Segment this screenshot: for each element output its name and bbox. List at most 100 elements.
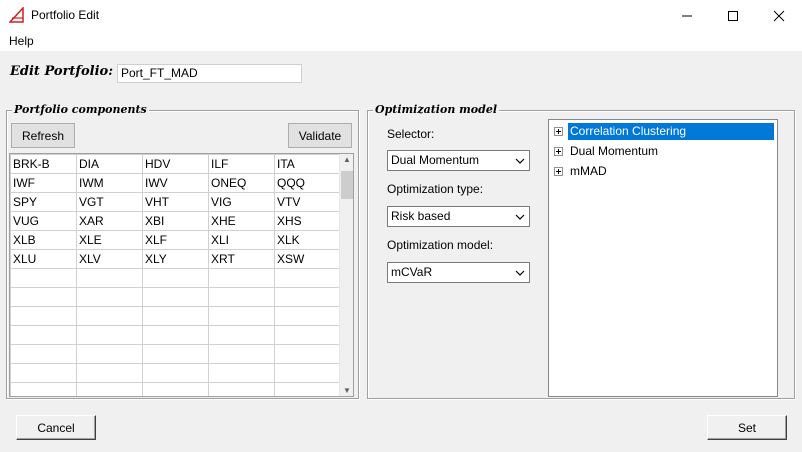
grid-cell[interactable] (76, 325, 143, 345)
grid-cell[interactable] (10, 382, 77, 396)
grid-cell[interactable] (76, 306, 143, 326)
grid-cell[interactable] (10, 287, 77, 307)
grid-cell[interactable]: XLE (76, 230, 143, 250)
grid-cell[interactable] (274, 363, 341, 383)
grid-cell[interactable]: XBI (142, 211, 209, 231)
grid-cell[interactable] (208, 382, 275, 396)
minimize-button[interactable] (664, 0, 710, 31)
app-triangle-icon (8, 6, 25, 23)
cancel-button[interactable]: Cancel (16, 415, 96, 440)
grid-cell[interactable]: SPY (10, 192, 77, 212)
set-button[interactable]: Set (707, 415, 787, 440)
window-title: Portfolio Edit (31, 8, 100, 22)
grid-cell[interactable]: ILF (208, 154, 275, 174)
grid-cell[interactable] (208, 344, 275, 364)
grid-cell[interactable]: XAR (76, 211, 143, 231)
grid-cell[interactable] (274, 306, 341, 326)
grid-cell[interactable] (76, 287, 143, 307)
grid-cell[interactable] (10, 344, 77, 364)
grid-cell[interactable] (208, 325, 275, 345)
grid-cell[interactable] (142, 325, 209, 345)
table-row (10, 363, 341, 383)
close-button[interactable] (756, 0, 802, 31)
grid-cell[interactable] (208, 268, 275, 288)
grid-cell[interactable]: XRT (208, 249, 275, 269)
grid-cell[interactable]: XLI (208, 230, 275, 250)
grid-cell[interactable]: XHS (274, 211, 341, 231)
grid-cell[interactable] (274, 268, 341, 288)
grid-cell[interactable] (142, 268, 209, 288)
menu-help[interactable]: Help (9, 34, 34, 48)
optimization-model-dropdown[interactable]: mCVaR (387, 262, 530, 283)
grid-cell[interactable] (76, 363, 143, 383)
grid-cell[interactable]: XLY (142, 249, 209, 269)
components-grid[interactable]: BRK-B DIA HDV ILF ITA IWF IWM IWV ONEQ QQQ SPY VGT V… (9, 153, 354, 397)
grid-cell[interactable] (10, 306, 77, 326)
tree-item-correlation-clustering[interactable]: Correlation Clustering (549, 122, 777, 141)
grid-cell[interactable] (274, 344, 341, 364)
grid-cell[interactable]: ONEQ (208, 173, 275, 193)
grid-cell[interactable]: XLF (142, 230, 209, 250)
grid-cell[interactable]: IWF (10, 173, 77, 193)
validate-button[interactable]: Validate (288, 123, 352, 148)
grid-cell[interactable] (10, 325, 77, 345)
expand-icon[interactable] (554, 167, 563, 176)
grid-cell[interactable]: XLV (76, 249, 143, 269)
optimization-model-field-label: Optimization model: (387, 238, 494, 252)
grid-cell[interactable] (142, 382, 209, 396)
grid-cell[interactable] (208, 306, 275, 326)
grid-cell[interactable] (274, 287, 341, 307)
chevron-down-icon (515, 158, 525, 164)
grid-scrollbar[interactable]: ▲ ▼ (339, 154, 353, 396)
table-row (10, 287, 341, 307)
grid-cell[interactable]: XLK (274, 230, 341, 250)
grid-cell[interactable]: XLU (10, 249, 77, 269)
grid-cell[interactable] (274, 382, 341, 396)
grid-cell[interactable]: VGT (76, 192, 143, 212)
grid-cell[interactable]: VTV (274, 192, 341, 212)
model-tree[interactable]: Correlation Clustering Dual Momentum mMA… (548, 119, 778, 397)
grid-cell[interactable]: IWV (142, 173, 209, 193)
refresh-button[interactable]: Refresh (11, 123, 75, 148)
grid-cell[interactable] (10, 268, 77, 288)
table-row: IWF IWM IWV ONEQ QQQ (10, 173, 341, 193)
selector-dropdown[interactable]: Dual Momentum (387, 150, 530, 171)
grid-cell[interactable]: QQQ (274, 173, 341, 193)
grid-cell[interactable] (10, 363, 77, 383)
table-row (10, 306, 341, 326)
grid-cell[interactable] (142, 287, 209, 307)
grid-cell[interactable]: XSW (274, 249, 341, 269)
expand-icon[interactable] (554, 127, 563, 136)
grid-cell[interactable]: XLB (10, 230, 77, 250)
scroll-thumb[interactable] (341, 171, 353, 199)
scroll-down-icon[interactable]: ▼ (343, 386, 351, 395)
grid-cell[interactable]: VIG (208, 192, 275, 212)
grid-cell[interactable]: ITA (274, 154, 341, 174)
grid-cell[interactable]: HDV (142, 154, 209, 174)
maximize-button[interactable] (710, 0, 756, 31)
grid-cell[interactable]: IWM (76, 173, 143, 193)
grid-cell[interactable]: BRK-B (10, 154, 77, 174)
grid-cell[interactable]: VUG (10, 211, 77, 231)
grid-cell[interactable] (76, 344, 143, 364)
tree-item-dual-momentum[interactable]: Dual Momentum (549, 142, 777, 161)
grid-cell[interactable] (274, 325, 341, 345)
grid-cell[interactable] (208, 363, 275, 383)
portfolio-name-input[interactable]: Port_FT_MAD (117, 64, 302, 83)
grid-cell[interactable] (142, 363, 209, 383)
close-icon (773, 10, 785, 22)
tree-item-mmad[interactable]: mMAD (549, 162, 777, 181)
grid-cell[interactable] (142, 344, 209, 364)
grid-cell[interactable]: DIA (76, 154, 143, 174)
grid-cell[interactable]: VHT (142, 192, 209, 212)
optimization-type-dropdown[interactable]: Risk based (387, 206, 530, 227)
grid-cell[interactable] (208, 287, 275, 307)
expand-icon[interactable] (554, 147, 563, 156)
table-row (10, 325, 341, 345)
grid-cell[interactable] (76, 268, 143, 288)
grid-cell[interactable] (76, 382, 143, 396)
table-row (10, 382, 341, 396)
grid-cell[interactable]: XHE (208, 211, 275, 231)
grid-cell[interactable] (142, 306, 209, 326)
scroll-up-icon[interactable]: ▲ (343, 155, 351, 164)
